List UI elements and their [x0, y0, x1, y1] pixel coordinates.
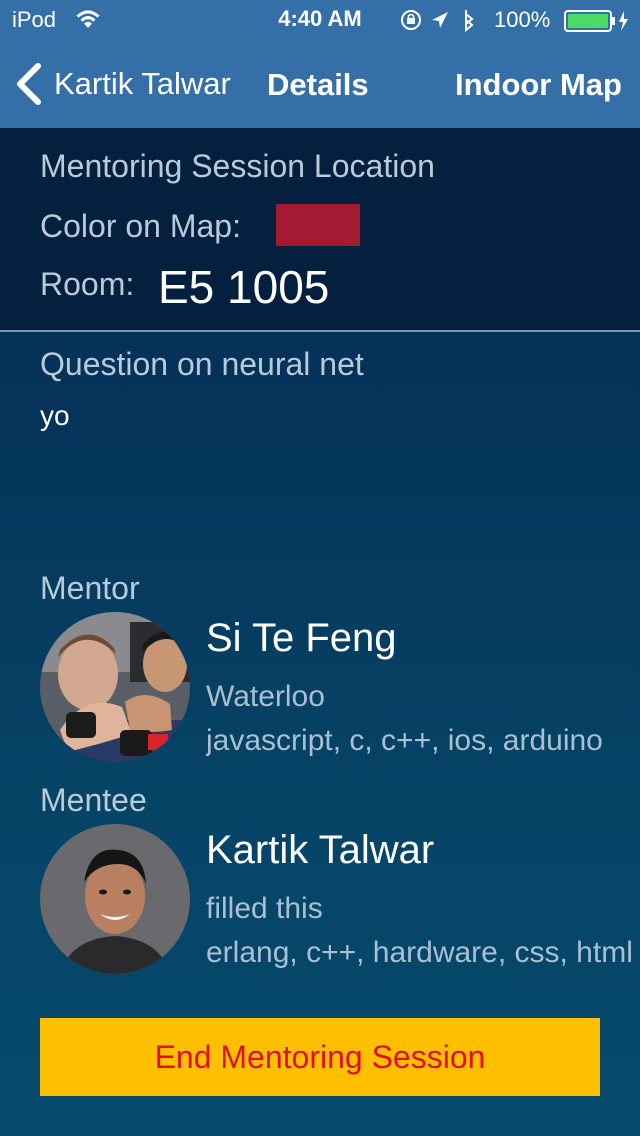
location-arrow-icon — [432, 12, 448, 28]
charging-bolt-icon — [619, 11, 628, 31]
color-on-map-label: Color on Map: — [40, 208, 241, 244]
back-button-label: Kartik Talwar — [54, 66, 231, 101]
mentee-avatar — [40, 824, 190, 974]
mentor-name: Si Te Feng — [206, 616, 397, 660]
mentor-avatar — [40, 612, 190, 762]
page-title: Details — [267, 67, 369, 102]
mentee-name: Kartik Talwar — [206, 828, 435, 872]
question-body: yo — [40, 400, 70, 431]
room-value: E5 1005 — [158, 261, 330, 313]
room-label: Room: — [40, 266, 135, 302]
back-button[interactable]: Kartik Talwar — [14, 62, 231, 106]
location-heading: Mentoring Session Location — [40, 148, 435, 184]
mentor-skills: javascript, c, c++, ios, arduino — [206, 724, 603, 757]
mentee-school: filled this — [206, 892, 323, 925]
mentee-label: Mentee — [40, 782, 147, 818]
rotation-lock-icon — [401, 10, 421, 30]
status-bar: iPod 4:40 AM 100% — [0, 0, 640, 40]
system-icons — [400, 8, 490, 37]
indoor-map-button[interactable]: Indoor Map — [455, 67, 622, 103]
session-location-section: Mentoring Session Location Color on Map:… — [0, 128, 640, 332]
battery-percent: 100% — [494, 7, 551, 32]
end-session-button[interactable]: End Mentoring Session — [40, 1018, 600, 1096]
bluetooth-icon — [465, 10, 474, 33]
battery-icon — [564, 10, 632, 37]
chevron-left-icon — [17, 63, 41, 105]
mentor-label: Mentor — [40, 570, 140, 606]
mentee-skills: erlang, c++, hardware, css, html — [206, 936, 633, 969]
mentor-school: Waterloo — [206, 680, 325, 713]
navigation-header: iPod 4:40 AM 100% Kartik Talwar Details … — [0, 0, 640, 128]
question-title: Question on neural net — [40, 346, 364, 382]
map-color-swatch — [276, 204, 360, 246]
